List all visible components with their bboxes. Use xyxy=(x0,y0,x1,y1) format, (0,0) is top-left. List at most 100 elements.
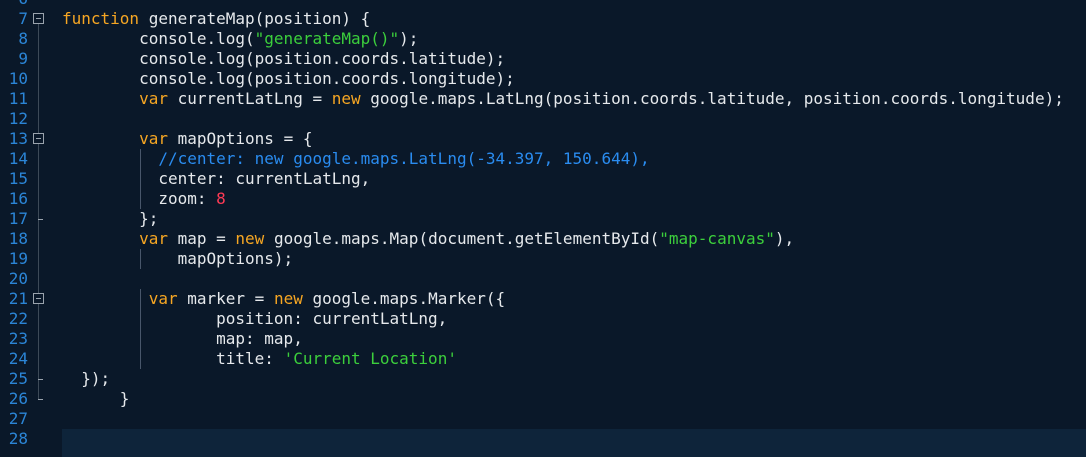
code-text: title: 'Current Location' xyxy=(62,349,457,369)
code-line[interactable]: 19 mapOptions); xyxy=(0,249,1086,269)
code-token-keyword: new xyxy=(273,289,303,308)
code-line[interactable]: 6 xyxy=(0,0,1086,9)
fold-gutter xyxy=(33,29,44,49)
line-number: 14 xyxy=(8,149,28,168)
code-line[interactable]: 12 xyxy=(0,109,1086,129)
fold-line xyxy=(38,109,39,119)
fold-toggle-icon[interactable] xyxy=(33,13,44,24)
fold-gutter xyxy=(33,49,44,69)
code-token-keyword: var xyxy=(148,289,178,308)
code-token-keyword: new xyxy=(331,89,361,108)
fold-line xyxy=(38,209,39,219)
code-area[interactable]: 67 function generateMap(position) {8 cons… xyxy=(0,0,1086,457)
line-number: 28 xyxy=(8,429,28,448)
code-line[interactable]: 21 var marker = new google.maps.Marker({ xyxy=(0,289,1086,309)
line-number: 24 xyxy=(8,349,28,368)
code-line[interactable]: 25 }); xyxy=(0,369,1086,389)
fold-line xyxy=(38,199,39,209)
line-number: 16 xyxy=(8,189,28,208)
code-line[interactable]: 18 var map = new google.maps.Map(documen… xyxy=(0,229,1086,249)
fold-line xyxy=(38,259,39,269)
code-text: console.log(position.coords.latitude); xyxy=(62,49,505,69)
fold-line xyxy=(38,189,39,199)
fold-line xyxy=(38,269,39,279)
line-number: 13 xyxy=(8,129,28,148)
line-number: 7 xyxy=(18,9,28,28)
line-number: 19 xyxy=(8,249,28,268)
fold-gutter xyxy=(33,269,44,289)
code-text: var map = new google.maps.Map(document.g… xyxy=(62,229,794,249)
line-number: 15 xyxy=(8,169,28,188)
code-token-plain: zoom: xyxy=(62,189,217,208)
fold-line xyxy=(38,389,39,399)
code-line[interactable]: 13 var mapOptions = { xyxy=(0,129,1086,149)
line-number: 25 xyxy=(8,369,28,388)
fold-line xyxy=(38,219,39,229)
code-line[interactable]: 11 var currentLatLng = new google.maps.L… xyxy=(0,89,1086,109)
code-token-plain: marker = xyxy=(177,289,274,308)
code-token-plain: google.maps.LatLng(position.coords.latit… xyxy=(360,89,1064,108)
fold-toggle-icon[interactable] xyxy=(33,293,44,304)
fold-line xyxy=(38,249,39,259)
fold-gutter xyxy=(33,389,44,409)
code-text: console.log("generateMap()"); xyxy=(62,29,418,49)
fold-gutter xyxy=(33,289,44,309)
code-line[interactable]: 8 console.log("generateMap()"); xyxy=(0,29,1086,49)
fold-end-icon xyxy=(38,219,43,220)
code-text: console.log(position.coords.longitude); xyxy=(62,69,515,89)
fold-line xyxy=(38,309,39,319)
code-token-plain: generateMap(position) { xyxy=(139,9,371,28)
fold-gutter xyxy=(33,9,44,29)
code-line[interactable]: 9 console.log(position.coords.latitude); xyxy=(0,49,1086,69)
code-token-plain: google.maps.Map(document.getElementById( xyxy=(264,229,660,248)
fold-gutter xyxy=(33,249,44,269)
code-line[interactable]: 26 } xyxy=(0,389,1086,409)
code-line[interactable]: 27 xyxy=(0,409,1086,429)
line-number: 18 xyxy=(8,229,28,248)
fold-line xyxy=(38,169,39,179)
fold-toggle-icon[interactable] xyxy=(33,133,44,144)
fold-line xyxy=(38,319,39,329)
code-editor: 67 function generateMap(position) {8 cons… xyxy=(0,0,1086,457)
code-token-plain: position: currentLatLng, xyxy=(62,309,448,328)
fold-line xyxy=(38,59,39,69)
fold-gutter xyxy=(33,149,44,169)
fold-gutter xyxy=(33,209,44,229)
fold-line xyxy=(38,119,39,129)
code-line[interactable]: 24 title: 'Current Location' xyxy=(0,349,1086,369)
code-text: zoom: 8 xyxy=(62,189,225,209)
code-line-current[interactable]: 28 xyxy=(0,429,1086,457)
code-line[interactable]: 23 map: map, xyxy=(0,329,1086,349)
fold-line xyxy=(38,329,39,339)
fold-gutter xyxy=(33,189,44,209)
code-token-plain: google.maps.Marker({ xyxy=(302,289,506,308)
code-token-plain: currentLatLng = xyxy=(167,89,332,108)
code-token-comment: //center: new google.maps.LatLng(-34.397… xyxy=(158,149,650,168)
code-token-plain: map = xyxy=(167,229,236,248)
fold-line xyxy=(38,89,39,99)
code-line[interactable]: 16 zoom: 8 xyxy=(0,189,1086,209)
fold-line xyxy=(38,229,39,239)
fold-line xyxy=(38,379,39,389)
code-line[interactable]: 14 //center: new google.maps.LatLng(-34.… xyxy=(0,149,1086,169)
fold-line xyxy=(38,159,39,169)
line-number: 9 xyxy=(18,49,28,68)
fold-gutter xyxy=(33,129,44,149)
code-token-plain: ); xyxy=(399,29,419,48)
code-line[interactable]: 17 }; xyxy=(0,209,1086,229)
code-token-plain: } xyxy=(62,389,130,408)
code-line[interactable]: 7 function generateMap(position) { xyxy=(0,9,1086,29)
fold-line xyxy=(38,49,39,59)
code-line[interactable]: 22 position: currentLatLng, xyxy=(0,309,1086,329)
code-token-keyword: function xyxy=(62,9,140,28)
code-text: mapOptions); xyxy=(62,249,294,269)
code-text: }; xyxy=(62,209,158,229)
code-line[interactable]: 15 center: currentLatLng, xyxy=(0,169,1086,189)
code-line[interactable]: 10 console.log(position.coords.longitude… xyxy=(0,69,1086,89)
code-line[interactable]: 20 xyxy=(0,269,1086,289)
fold-line xyxy=(38,339,39,349)
